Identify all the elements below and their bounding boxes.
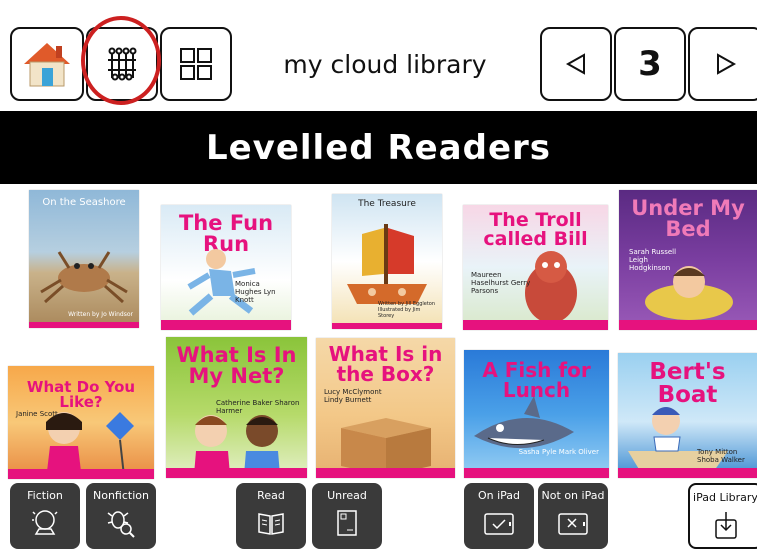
book-credit: Sarah Russell Leigh Hodgkinson (629, 248, 677, 272)
filter-bar: Fiction Nonfiction Read Unread On iPad N… (0, 481, 757, 551)
read-filter-button[interactable]: Read (236, 483, 306, 549)
book-cover[interactable]: What Is in the Box? Lucy McClymont Lindy… (316, 338, 455, 478)
book-cover[interactable]: The Troll called Bill Maureen Haselhurst… (463, 205, 608, 330)
cover-strip (161, 320, 291, 330)
cover-strip (316, 468, 455, 478)
ipad-cross-icon (558, 513, 588, 535)
top-toolbar: my cloud library 3 (0, 0, 757, 110)
triangle-right-icon (716, 53, 736, 75)
book-credit: Maureen Haselhurst Gerry Parsons (471, 271, 531, 295)
crystal-ball-icon (32, 510, 58, 535)
grid-view-icon (180, 48, 212, 80)
book-credit: Sasha Pyle Mark Oliver (518, 448, 599, 456)
not-on-ipad-label: Not on iPad (541, 489, 605, 502)
cover-strip (29, 322, 139, 328)
section-title: Levelled Readers (205, 127, 552, 168)
open-book-icon (258, 513, 284, 535)
book-title: On the Seashore (42, 197, 126, 208)
bug-magnifier-icon (107, 511, 135, 538)
book-credit: Lucy McClymont Lindy Burnett (324, 388, 382, 404)
not-on-ipad-filter-button[interactable]: Not on iPad (538, 483, 608, 549)
book-cover[interactable]: The Fun Run Monica Hughes Lyn Knott (161, 205, 291, 330)
triangle-left-icon (565, 53, 585, 75)
page-number-label: 3 (638, 44, 662, 84)
cover-strip (618, 468, 757, 478)
box-illustration (341, 418, 431, 476)
house-icon (24, 43, 70, 87)
book-title: The Treasure (358, 199, 416, 209)
closed-book-icon (337, 510, 357, 536)
shark-illustration (474, 396, 574, 449)
book-cover[interactable]: What Is In My Net? Catherine Baker Sharo… (166, 337, 307, 478)
read-label: Read (257, 489, 285, 502)
on-ipad-label: On iPad (477, 489, 521, 502)
ipad-check-icon (484, 513, 514, 535)
ipad-library-button[interactable]: iPad Library (688, 483, 757, 549)
book-cover[interactable]: Bert's Boat Tony Mitton Shoba Walker (618, 353, 757, 478)
book-credit: Tony Mitton Shoba Walker (697, 448, 745, 464)
cover-strip (332, 323, 442, 329)
previous-page-button[interactable] (540, 27, 612, 101)
filter-button[interactable] (86, 27, 158, 101)
book-cover[interactable]: Under My Bed Sarah Russell Leigh Hodgkin… (619, 190, 757, 330)
filter-grid-icon (108, 47, 137, 81)
nonfiction-label: Nonfiction (93, 489, 149, 502)
grid-view-button[interactable] (160, 27, 232, 101)
library-title: my cloud library (283, 49, 487, 79)
on-ipad-filter-button[interactable]: On iPad (464, 483, 534, 549)
home-button[interactable] (10, 27, 84, 101)
cover-strip (166, 468, 307, 478)
cover-strip (619, 320, 757, 330)
book-title: What Is In My Net? (176, 343, 297, 388)
nonfiction-filter-button[interactable]: Nonfiction (86, 483, 156, 549)
book-credit: Monica Hughes Lyn Knott (235, 280, 276, 304)
crab-illustration (40, 251, 128, 304)
fiction-label: Fiction (27, 489, 63, 502)
fiction-filter-button[interactable]: Fiction (10, 483, 80, 549)
boat-illustration (628, 407, 728, 471)
ipad-library-label: iPad Library (693, 491, 757, 504)
book-credit: Catherine Baker Sharon Harmer (216, 399, 300, 415)
book-title: What Is in the Box? (328, 342, 443, 386)
book-cover[interactable]: What Do You Like? Janine Scott (8, 366, 154, 479)
page-number: 3 (614, 27, 686, 101)
book-title: Under My Bed (631, 196, 745, 241)
book-credit: Written by Jill Eggleton Illustrated by … (378, 301, 436, 319)
book-cover[interactable]: A Fish for Lunch Sasha Pyle Mark Oliver (464, 350, 609, 478)
book-credit: Written by Jo Windsor (68, 311, 133, 318)
unread-filter-button[interactable]: Unread (312, 483, 382, 549)
section-banner: Levelled Readers (0, 111, 757, 184)
book-title: The Troll called Bill (483, 209, 588, 250)
book-cover[interactable]: The Treasure Written by Jill Eggleton Il… (332, 194, 442, 329)
cover-strip (463, 320, 608, 330)
cover-strip (464, 468, 609, 478)
book-credit: Janine Scott (16, 410, 58, 418)
book-cover[interactable]: On the Seashore Written by Jo Windsor (29, 190, 139, 328)
pirate-ship-illustration (347, 224, 427, 304)
download-to-ipad-icon (714, 512, 737, 539)
next-page-button[interactable] (688, 27, 757, 101)
cover-strip (8, 469, 154, 479)
unread-label: Unread (327, 489, 367, 502)
